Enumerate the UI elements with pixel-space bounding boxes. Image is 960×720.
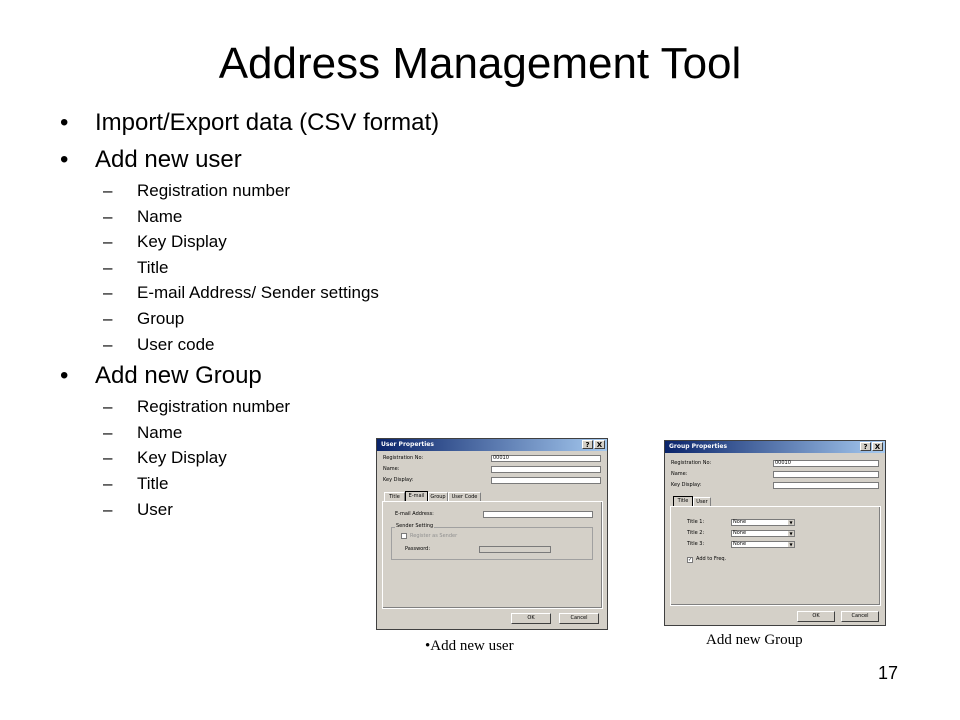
name-label: Name: [671,471,688,477]
dialog-title-bar: User Properties ? X [377,439,607,451]
page-number: 17 [878,663,899,683]
password-field[interactable] [479,546,551,553]
email-field[interactable] [483,511,593,518]
tab-title[interactable]: Title [673,496,693,506]
sub-bullet-dash: – [103,308,113,328]
help-button[interactable]: ? [582,440,593,449]
tab-group[interactable]: Group [428,492,448,501]
key-display-label: Key Display: [383,477,414,483]
tab-email[interactable]: E-mail [405,491,428,501]
dialog-title-bar: Group Properties ? X [665,441,885,453]
sub-bullet-text: Title [137,473,169,493]
register-sender-label: Register as Sender [410,533,458,539]
tab-title[interactable]: Title [384,492,405,501]
sender-setting-group [391,527,593,560]
cancel-button[interactable]: Cancel [559,613,599,624]
tab-user[interactable]: User [693,497,711,506]
sub-bullet-dash: – [103,181,113,200]
close-button[interactable]: X [872,442,883,451]
name-field[interactable] [491,466,601,473]
email-label: E-mail Address: [395,511,434,517]
user-properties-dialog: User Properties ? X Registration No: 000… [376,438,608,630]
sub-bullet-text: Key Display [137,448,227,468]
sub-bullet-text: Key Display [137,232,227,252]
registration-field[interactable]: 00010 [773,460,879,467]
chevron-down-icon: ▼ [788,542,794,547]
sub-bullet-item: – E-mail Address/ Sender settings [60,280,620,306]
sub-bullet-text: Registration number [137,181,291,200]
name-field[interactable] [773,471,879,478]
ok-button[interactable]: OK [797,611,835,622]
bullet-text: Import/Export data (CSV format) [95,109,440,136]
password-label: Password: [405,546,431,552]
bullet-item: • Add new user [60,141,620,178]
bullet-dot: • [60,146,69,173]
title3-select[interactable]: None ▼ [731,541,795,548]
registration-label: Registration No: [383,455,424,461]
slide-title: Address Management Tool [218,39,742,88]
dialog-title: User Properties [381,441,434,448]
registration-field[interactable]: 00010 [491,455,601,462]
sub-bullet-dash: – [103,334,113,354]
sub-bullet-text: User code [137,334,215,354]
title1-label: Title 1: [687,519,705,525]
title3-value: None [733,541,747,547]
sub-bullet-text: User [137,499,173,519]
name-label: Name: [383,466,400,472]
sub-bullet-item: – Group [60,306,620,332]
sender-setting-label: Sender Setting [395,523,435,530]
sub-bullet-dash: – [103,206,113,226]
sub-bullet-dash: – [103,448,113,468]
add-to-freq-checkbox[interactable]: ✓ [687,557,693,563]
bullet-dot: • [60,362,69,390]
title2-select[interactable]: None ▼ [731,530,795,537]
key-display-label: Key Display: [671,482,702,488]
sub-bullet-item: – Title [60,255,620,281]
help-button[interactable]: ? [860,442,871,451]
sub-bullet-text: Title [137,257,169,277]
bullet-text: Add new user [95,146,242,173]
close-button[interactable]: X [594,440,605,449]
cancel-button[interactable]: Cancel [841,611,879,622]
sub-bullet-item: – User code [60,332,620,358]
register-sender-checkbox[interactable] [401,533,407,539]
group-properties-dialog: Group Properties ? X Registration No: 00… [664,440,886,626]
sub-bullet-item: – Registration number [60,394,620,420]
key-display-field[interactable] [773,482,879,489]
sub-bullet-dash: – [103,473,113,493]
sub-bullet-dash: – [103,257,113,277]
sub-bullet-text: Group [137,308,185,328]
sub-bullet-item: – Key Display [60,229,620,255]
ok-button[interactable]: OK [511,613,551,624]
sub-bullet-dash: – [103,422,113,442]
title3-label: Title 3: [687,541,705,547]
sub-bullet-text: Name [137,206,183,226]
bullet-text: Add new Group [95,362,262,390]
bullet-item: • Import/Export data (CSV format) [60,104,620,141]
sub-bullet-dash: – [103,283,113,303]
bullet-dot: • [60,109,69,136]
group-dialog-caption: Add new Group [706,632,803,648]
chevron-down-icon: ▼ [788,520,794,525]
title1-select[interactable]: None ▼ [731,519,795,526]
sub-bullet-text: Name [137,422,183,442]
chevron-down-icon: ▼ [788,531,794,536]
sub-bullet-text: Registration number [137,397,291,417]
registration-label: Registration No: [671,460,712,466]
sub-bullet-dash: – [103,232,113,252]
title2-value: None [733,530,747,536]
dialog-title: Group Properties [669,443,728,450]
key-display-field[interactable] [491,477,601,484]
title1-value: None [733,519,747,525]
sub-bullet-item: – Name [60,204,620,230]
sub-bullet-text: E-mail Address/ Sender settings [137,283,379,303]
sub-bullet-dash: – [103,397,113,417]
user-dialog-caption: •Add new user [425,638,514,654]
add-to-freq-label: Add to Freq. [696,556,727,562]
bullet-item: • Add new Group [60,357,620,394]
sub-bullet-dash: – [103,499,113,519]
title2-label: Title 2: [687,530,705,536]
sub-bullet-item: – Registration number [60,178,620,204]
tab-user-code[interactable]: User Code [448,492,481,501]
